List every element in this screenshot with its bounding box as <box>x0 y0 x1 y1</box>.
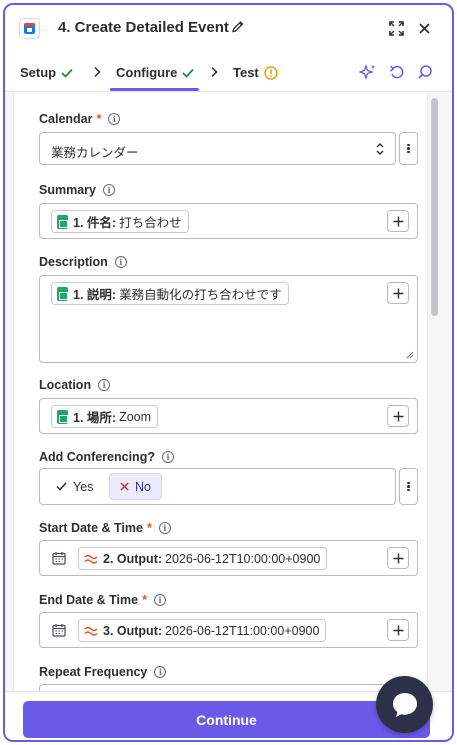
calendar-icon[interactable] <box>52 551 66 565</box>
undo-icon[interactable] <box>387 62 407 82</box>
conferencing-toggle: Yes No <box>39 468 396 505</box>
x-icon <box>120 482 129 491</box>
formatter-icon <box>84 626 98 636</box>
description-label: Description i <box>39 255 127 269</box>
expand-icon[interactable] <box>385 17 407 39</box>
step-editor-panel: 4. Create Detailed Event Setup Configure <box>3 3 454 742</box>
mapped-value-pill[interactable]: 1. 件名: 打ち合わせ <box>51 210 189 233</box>
google-sheets-icon <box>57 409 68 424</box>
scrollbar-thumb[interactable] <box>431 98 438 316</box>
description-field[interactable]: 1. 説明: 業務自動化の打ち合わせです <box>39 275 418 363</box>
location-label: Location i <box>39 378 111 392</box>
fields-card: Calendar * i 業務カレンダー Summary i 1. 件名: 打ち合わせ <box>13 92 428 691</box>
end-datetime-field[interactable]: 3. Output: 2026-06-12T11:00:00+0900 <box>39 612 418 648</box>
tab-setup[interactable]: Setup <box>20 65 73 80</box>
chevron-right-icon <box>94 66 101 78</box>
location-field[interactable]: 1. 場所: Zoom <box>39 398 418 434</box>
google-sheets-icon <box>57 214 68 229</box>
close-icon[interactable] <box>413 17 435 39</box>
conferencing-label: Add Conferencing? i <box>39 450 174 464</box>
insert-data-button[interactable] <box>387 619 409 641</box>
check-icon <box>56 482 67 491</box>
mapped-value-pill[interactable]: 1. 説明: 業務自動化の打ち合わせです <box>51 282 289 305</box>
search-icon[interactable] <box>415 62 435 82</box>
step-title[interactable]: 4. Create Detailed Event <box>58 19 229 36</box>
panel-header: 4. Create Detailed Event <box>5 5 452 52</box>
tab-test[interactable]: Test <box>233 65 278 80</box>
insert-data-button[interactable] <box>387 547 409 569</box>
step-tabs: Setup Configure Test <box>5 52 452 92</box>
repeat-frequency-field[interactable] <box>39 684 418 691</box>
mapped-value-pill[interactable]: 3. Output: 2026-06-12T11:00:00+0900 <box>78 619 327 642</box>
tab-label: Test <box>233 65 259 80</box>
insert-data-button[interactable] <box>387 282 409 304</box>
warning-icon <box>264 65 278 80</box>
chat-icon <box>392 692 417 717</box>
info-icon: i <box>102 184 115 196</box>
pencil-icon[interactable] <box>231 19 245 35</box>
tab-label: Configure <box>116 65 178 80</box>
resize-handle-icon[interactable] <box>406 351 414 359</box>
chevron-right-icon <box>211 66 218 78</box>
start-datetime-label: Start Date & Time * i <box>39 521 171 535</box>
insert-data-button[interactable] <box>387 405 409 427</box>
info-icon: i <box>153 594 166 606</box>
select-arrows-icon <box>376 143 384 155</box>
google-calendar-icon <box>19 18 40 39</box>
start-datetime-field[interactable]: 2. Output: 2026-06-12T10:00:00+0900 <box>39 540 418 576</box>
info-icon: i <box>154 666 167 678</box>
insert-data-button[interactable] <box>387 210 409 232</box>
calendar-icon[interactable] <box>52 623 66 637</box>
google-sheets-icon <box>57 286 68 301</box>
summary-field[interactable]: 1. 件名: 打ち合わせ <box>39 203 418 239</box>
info-icon: i <box>114 256 127 268</box>
calendar-select[interactable]: 業務カレンダー <box>39 132 396 165</box>
mapped-value-pill[interactable]: 1. 場所: Zoom <box>51 405 159 428</box>
calendar-label: Calendar * i <box>39 112 121 126</box>
check-icon <box>61 68 73 78</box>
configure-body: Calendar * i 業務カレンダー Summary i 1. 件名: 打ち合わせ <box>5 92 452 691</box>
calendar-value: 業務カレンダー <box>51 146 139 160</box>
chat-support-button[interactable] <box>376 676 433 733</box>
repeat-frequency-label: Repeat Frequency i <box>39 665 167 679</box>
mapped-value-pill[interactable]: 2. Output: 2026-06-12T10:00:00+0900 <box>78 547 328 570</box>
conferencing-no-option[interactable]: No <box>109 473 162 500</box>
continue-button[interactable]: Continue <box>23 701 430 738</box>
tab-configure[interactable]: Configure <box>116 65 195 80</box>
summary-label: Summary i <box>39 183 115 197</box>
calendar-more-button[interactable] <box>399 132 418 165</box>
formatter-icon <box>84 554 98 564</box>
check-icon <box>182 68 195 78</box>
active-tab-indicator <box>110 88 199 91</box>
conferencing-yes-option[interactable]: Yes <box>46 473 103 500</box>
info-icon: i <box>158 522 171 534</box>
info-icon: i <box>108 113 121 125</box>
conferencing-more-button[interactable] <box>399 468 418 505</box>
ai-sparkle-icon[interactable] <box>358 62 378 82</box>
tab-label: Setup <box>20 65 57 80</box>
info-icon: i <box>161 451 174 463</box>
info-icon: i <box>98 379 111 391</box>
end-datetime-label: End Date & Time * i <box>39 593 166 607</box>
